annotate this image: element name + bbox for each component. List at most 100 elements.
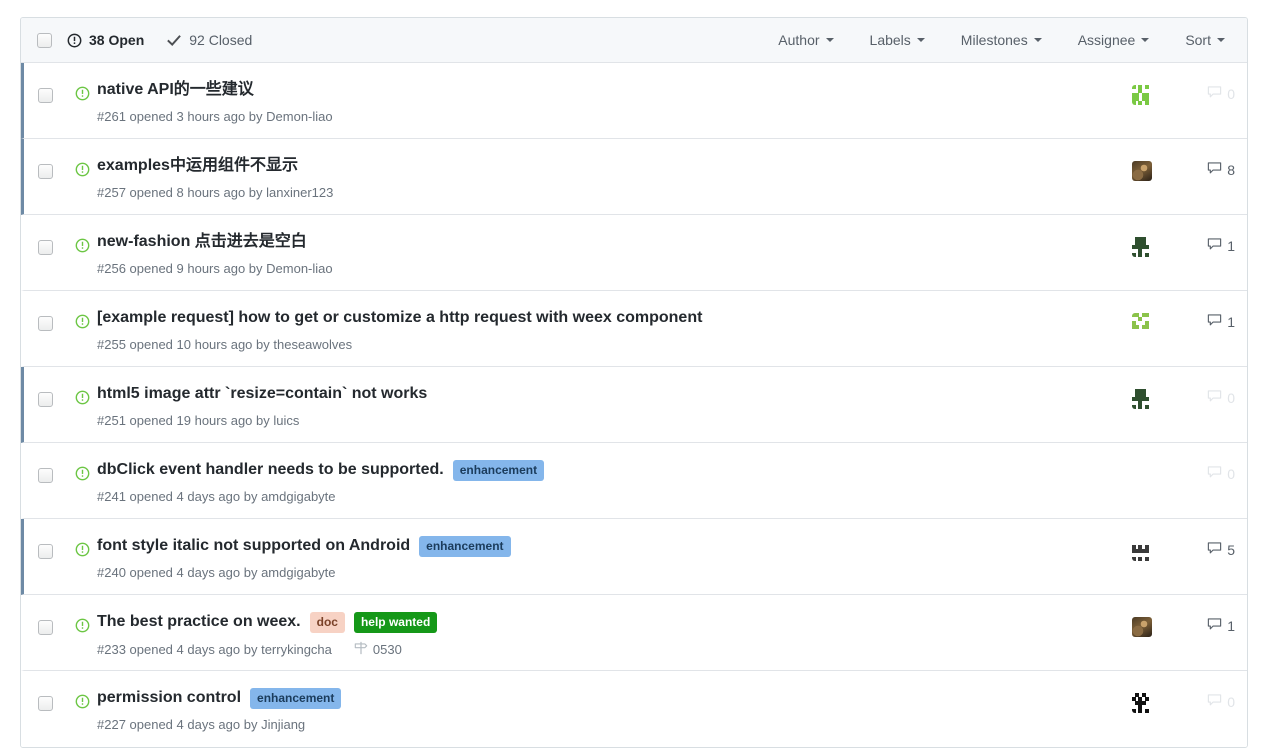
issue-avatar-cell bbox=[1107, 451, 1177, 485]
select-all-checkbox-cell bbox=[21, 32, 67, 48]
issue-row[interactable]: native API的一些建议 #261 opened 3 hours ago b… bbox=[21, 63, 1247, 139]
issue-meta-text: #233 opened 4 days ago by terrykingcha bbox=[97, 642, 332, 657]
issue-meta-text: #257 opened 8 hours ago by lanxiner123 bbox=[97, 184, 334, 200]
issue-state-icon-cell bbox=[67, 147, 97, 177]
avatar[interactable] bbox=[1132, 313, 1152, 333]
issue-comments[interactable]: 0 bbox=[1177, 375, 1235, 406]
issue-checkbox-cell bbox=[24, 299, 67, 331]
issue-checkbox[interactable] bbox=[38, 544, 53, 559]
avatar[interactable] bbox=[1132, 237, 1152, 257]
issue-label[interactable]: enhancement bbox=[419, 536, 511, 557]
chevron-down-icon bbox=[916, 38, 925, 42]
issue-state-icon-cell bbox=[67, 679, 97, 709]
issue-meta: #227 opened 4 days ago by Jinjiang bbox=[97, 717, 1107, 732]
filter-milestones[interactable]: Milestones bbox=[961, 32, 1042, 48]
issue-row[interactable]: The best practice on weex. doc help wanted… bbox=[21, 595, 1247, 671]
issue-row[interactable]: font style italic not supported on Andro… bbox=[21, 519, 1247, 595]
issue-comments[interactable]: 1 bbox=[1177, 223, 1235, 254]
issue-avatar-cell bbox=[1107, 527, 1177, 561]
avatar[interactable] bbox=[1132, 161, 1152, 181]
chevron-down-icon bbox=[825, 38, 834, 42]
issue-comment-count: 1 bbox=[1227, 617, 1235, 634]
avatar[interactable] bbox=[1132, 541, 1152, 561]
issue-opened-icon bbox=[75, 314, 90, 329]
issue-checkbox[interactable] bbox=[38, 468, 53, 483]
issue-label[interactable]: help wanted bbox=[353, 612, 438, 633]
comment-icon bbox=[1207, 617, 1222, 634]
issue-comments[interactable]: 1 bbox=[1177, 299, 1235, 330]
issue-checkbox-cell bbox=[24, 147, 67, 179]
issue-row[interactable]: html5 image attr `resize=contain` not wo… bbox=[21, 367, 1247, 443]
filter-sort[interactable]: Sort bbox=[1185, 32, 1225, 48]
issue-row[interactable]: dbClick event handler needs to be suppor… bbox=[21, 443, 1247, 519]
issue-title-link[interactable]: native API的一些建议 bbox=[97, 80, 254, 101]
issue-title-link[interactable]: permission control bbox=[97, 688, 241, 709]
issue-meta-text: #256 opened 9 hours ago by Demon-liao bbox=[97, 260, 333, 276]
issue-state-icon-cell bbox=[67, 299, 97, 329]
issue-opened-icon bbox=[75, 162, 90, 177]
issue-label[interactable]: doc bbox=[309, 612, 345, 633]
filter-author-label: Author bbox=[778, 32, 820, 48]
issue-comments[interactable]: 0 bbox=[1177, 71, 1235, 102]
issue-row[interactable]: permission control enhancement #227 opened… bbox=[21, 671, 1247, 747]
issue-checkbox[interactable] bbox=[38, 620, 53, 635]
issue-checkbox[interactable] bbox=[38, 164, 53, 179]
issue-comment-count: 0 bbox=[1227, 389, 1235, 406]
issue-title-line: html5 image attr `resize=contain` not wo… bbox=[97, 384, 1107, 405]
issue-title-link[interactable]: examples中运用组件不显示 bbox=[97, 156, 298, 177]
issue-label[interactable]: enhancement bbox=[452, 460, 545, 481]
issue-meta: #240 opened 4 days ago by amdgigabyte bbox=[97, 565, 1107, 580]
issue-comments[interactable]: 0 bbox=[1177, 679, 1235, 710]
filter-author[interactable]: Author bbox=[778, 32, 834, 48]
issue-title-link[interactable]: html5 image attr `resize=contain` not wo… bbox=[97, 384, 427, 405]
issue-title-line: examples中运用组件不显示 bbox=[97, 156, 1107, 177]
issue-checkbox[interactable] bbox=[38, 240, 53, 255]
issue-row[interactable]: [example request] how to get or customiz… bbox=[21, 291, 1247, 367]
comment-icon bbox=[1207, 465, 1222, 482]
filter-assignee[interactable]: Assignee bbox=[1078, 32, 1150, 48]
issue-comment-count: 0 bbox=[1227, 693, 1235, 710]
issue-title-link[interactable]: dbClick event handler needs to be suppor… bbox=[97, 460, 444, 481]
issue-checkbox[interactable] bbox=[38, 392, 53, 407]
issue-comment-count: 0 bbox=[1227, 465, 1235, 482]
issue-main: font style italic not supported on Andro… bbox=[97, 527, 1107, 580]
avatar[interactable] bbox=[1132, 389, 1152, 409]
avatar[interactable] bbox=[1132, 693, 1152, 713]
issue-checkbox[interactable] bbox=[38, 696, 53, 711]
issue-row[interactable]: new-fashion 点击进去是空白 #256 opened 9 hours a… bbox=[21, 215, 1247, 291]
issue-meta: #251 opened 19 hours ago by luics bbox=[97, 413, 1107, 428]
avatar[interactable] bbox=[1132, 617, 1152, 637]
avatar[interactable] bbox=[1132, 85, 1152, 105]
filter-assignee-label: Assignee bbox=[1077, 32, 1136, 48]
issue-main: native API的一些建议 #261 opened 3 hours ago b… bbox=[97, 71, 1107, 124]
select-all-checkbox[interactable] bbox=[36, 32, 52, 48]
issue-comment-count: 1 bbox=[1227, 237, 1235, 254]
issue-main: dbClick event handler needs to be suppor… bbox=[97, 451, 1107, 504]
issue-checkbox[interactable] bbox=[38, 88, 53, 103]
issue-label[interactable]: enhancement bbox=[250, 688, 342, 709]
chevron-down-icon bbox=[1141, 38, 1150, 42]
issue-row[interactable]: examples中运用组件不显示 #257 opened 8 hours ago … bbox=[21, 139, 1247, 215]
issue-title-link[interactable]: font style italic not supported on Andro… bbox=[97, 536, 410, 557]
issue-title-line: native API的一些建议 bbox=[97, 80, 1107, 101]
closed-issues-tab[interactable]: 92 Closed bbox=[166, 32, 252, 48]
comment-icon bbox=[1207, 85, 1222, 102]
issue-title-link[interactable]: new-fashion 点击进去是空白 bbox=[97, 232, 307, 253]
issue-checkbox[interactable] bbox=[38, 316, 53, 331]
issue-title-link[interactable]: The best practice on weex. bbox=[97, 612, 301, 633]
issue-meta: #255 opened 10 hours ago by theseawolves bbox=[97, 337, 1107, 352]
issue-comments[interactable]: 1 bbox=[1177, 603, 1235, 634]
issues-list-header: 38 Open 92 Closed Author Labels Mileston… bbox=[21, 18, 1247, 63]
issue-comments[interactable]: 5 bbox=[1177, 527, 1235, 558]
open-issues-count-label: 38 Open bbox=[89, 32, 145, 48]
issue-avatar-cell bbox=[1107, 603, 1177, 637]
issue-checkbox-cell bbox=[24, 71, 67, 103]
issue-avatar-cell bbox=[1107, 71, 1177, 105]
issue-checkbox-cell bbox=[24, 223, 67, 255]
milestone-chip[interactable]: 0530 bbox=[354, 641, 402, 658]
issue-comments[interactable]: 0 bbox=[1177, 451, 1235, 482]
issue-comments[interactable]: 8 bbox=[1177, 147, 1235, 178]
open-issues-tab[interactable]: 38 Open bbox=[67, 32, 144, 48]
filter-labels[interactable]: Labels bbox=[870, 32, 925, 48]
issue-title-link[interactable]: [example request] how to get or customiz… bbox=[97, 308, 702, 329]
